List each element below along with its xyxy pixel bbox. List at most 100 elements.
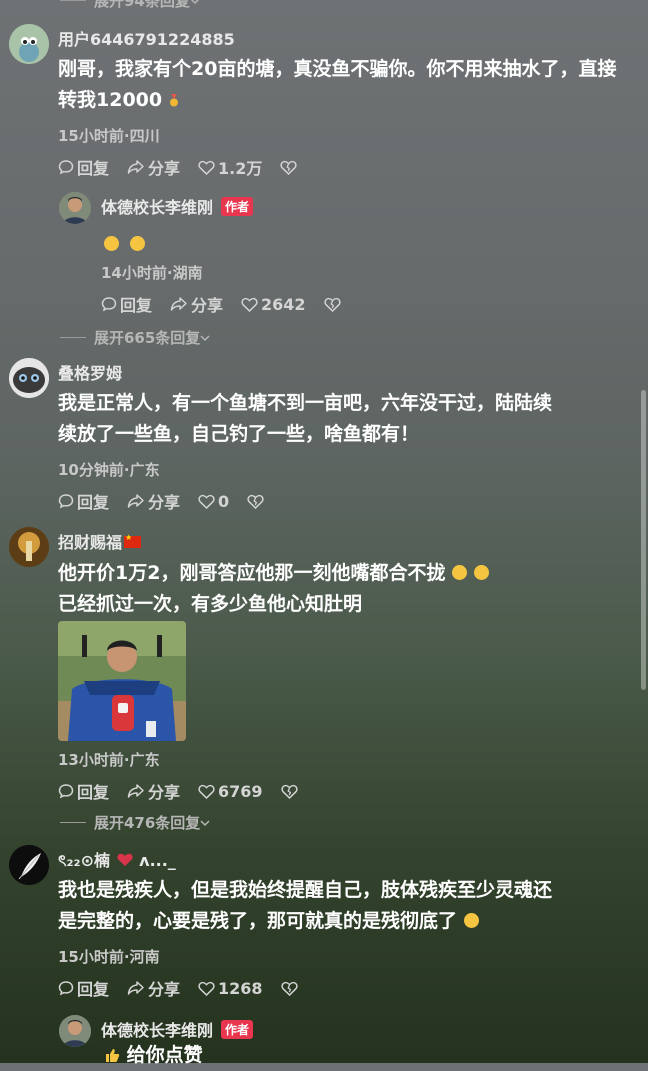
comment-text-line: 已经抓过一次，有多少鱼他心知肚明	[58, 593, 363, 615]
reply-actions: 回复 分享 2642	[101, 292, 362, 316]
chevron-down-icon	[191, 0, 199, 4]
heart-icon	[198, 784, 215, 799]
comment-username-tail: ʌ..._	[139, 851, 176, 870]
dislike-button[interactable]	[280, 784, 301, 799]
reply-username[interactable]: 体德校长李维刚	[101, 198, 213, 217]
comment-actions: 回复 分享 1.2万	[58, 155, 318, 179]
reply-bubble-icon	[58, 494, 74, 509]
smile-emoji-icon	[463, 913, 479, 928]
divider-line	[60, 337, 86, 338]
heart-icon	[198, 160, 215, 175]
reply-label: 回复	[77, 783, 110, 802]
reply-label: 回复	[77, 493, 110, 512]
comment-text: 他开价1万2，刚哥答应他那一刻他嘴都合不拢 已经抓过一次，有多少鱼他心知肚明	[58, 558, 638, 620]
reply-bubble-icon	[58, 784, 74, 799]
broken-heart-emoji-icon	[116, 853, 133, 866]
avatar[interactable]	[9, 24, 49, 64]
laughing-emoji-icon	[473, 565, 489, 580]
dislike-button[interactable]	[247, 494, 267, 509]
comment-text-line: 我也是残疾人，但是我始终提醒自己，肢体残疾至少灵魂还	[58, 879, 553, 901]
share-button[interactable]: 分享	[170, 292, 223, 316]
broken-heart-icon	[323, 297, 341, 312]
like-count: 6769	[218, 781, 263, 801]
comment-text-line: 我是正常人，有一个鱼塘不到一亩吧，六年没干过，陆陆续	[58, 392, 553, 414]
dislike-button[interactable]	[280, 160, 300, 175]
broken-heart-icon	[280, 160, 298, 175]
divider-line	[60, 822, 86, 823]
expand-replies-top[interactable]: 展开94条回复	[60, 0, 200, 11]
reply-button[interactable]: 回复	[101, 292, 152, 316]
share-label: 分享	[191, 296, 224, 315]
share-button[interactable]: 分享	[127, 489, 180, 513]
dislike-button[interactable]	[323, 297, 344, 312]
dislike-button[interactable]	[280, 981, 301, 996]
avatar-person-icon	[59, 192, 91, 224]
share-button[interactable]: 分享	[127, 779, 180, 803]
laughing-emoji-icon	[452, 565, 468, 580]
like-button[interactable]: 1.2万	[198, 155, 262, 179]
comment-meta: 13小时前·广东	[58, 751, 160, 769]
comment-username[interactable]: 用户6446791224885	[58, 26, 235, 50]
reply-label: 回复	[120, 296, 153, 315]
comment-username[interactable]: ৎ₂₂⊙楠	[58, 851, 110, 870]
comment-username[interactable]: 叠格罗姆	[58, 360, 122, 384]
like-button[interactable]: 1268	[198, 979, 263, 998]
comment-username-row: ৎ₂₂⊙楠 ʌ..._	[58, 847, 176, 875]
share-button[interactable]: 分享	[127, 155, 180, 179]
like-count: 2642	[261, 294, 306, 314]
grin-emoji-icon	[104, 236, 119, 251]
comment-text-line: 他开价1万2，刚哥答应他那一刻他嘴都合不拢	[58, 562, 446, 584]
reply-button[interactable]: 回复	[58, 976, 109, 1000]
comment-meta: 10分钟前·广东	[58, 461, 160, 479]
grin-emoji-icon	[130, 236, 146, 251]
reply-bubble-icon	[58, 160, 74, 175]
reply-button[interactable]: 回复	[58, 489, 109, 513]
share-arrow-icon	[127, 981, 144, 995]
comment-username-row: 招财赐福	[58, 529, 142, 553]
expand-label: 展开665条回复	[94, 329, 201, 347]
expand-replies[interactable]: 展开476条回复	[60, 812, 210, 833]
share-label: 分享	[148, 493, 181, 512]
meme-photo-image	[58, 621, 186, 741]
reply-avatar[interactable]	[59, 192, 91, 224]
heart-icon	[198, 494, 215, 509]
share-label: 分享	[148, 783, 181, 802]
comment-image[interactable]	[58, 621, 186, 741]
avatar-person-icon	[59, 1015, 91, 1047]
share-button[interactable]: 分享	[127, 976, 180, 1000]
expand-label: 展开476条回复	[94, 814, 201, 832]
avatar[interactable]	[9, 358, 49, 398]
comment-text: 我也是残疾人，但是我始终提醒自己，肢体残疾至少灵魂还 是完整的，心要是残了，那可…	[58, 875, 638, 937]
comment-meta: 15小时前·河南	[58, 948, 160, 966]
comment-username[interactable]: 招财赐福	[58, 533, 122, 552]
avatar-cartoon-icon	[9, 24, 49, 64]
share-arrow-icon	[127, 784, 144, 798]
reply-label: 回复	[77, 980, 110, 999]
like-button[interactable]: 2642	[241, 295, 306, 314]
expand-replies[interactable]: 展开665条回复	[60, 327, 210, 348]
share-arrow-icon	[127, 494, 144, 508]
author-badge: 作者	[221, 1020, 254, 1039]
reply-username-row: 体德校长李维刚 作者	[101, 1017, 254, 1041]
reply-emoji-text	[104, 235, 146, 254]
china-flag-icon	[124, 533, 142, 548]
broken-heart-icon	[280, 981, 298, 996]
reply-avatar[interactable]	[59, 1015, 91, 1047]
avatar[interactable]	[9, 527, 49, 567]
avatar[interactable]	[9, 845, 49, 885]
reply-username[interactable]: 体德校长李维刚	[101, 1021, 213, 1040]
avatar-candle-icon	[9, 527, 49, 567]
comment-text: 刚哥，我家有个20亩的塘，真没鱼不骗你。你不用来抽水了，直接转我12000	[58, 54, 628, 116]
reply-button[interactable]: 回复	[58, 155, 109, 179]
scrollbar[interactable]	[641, 390, 646, 690]
chevron-down-icon	[200, 819, 210, 826]
reply-bubble-icon	[101, 297, 117, 312]
share-label: 分享	[148, 980, 181, 999]
like-button[interactable]: 6769	[198, 782, 263, 801]
reply-button[interactable]: 回复	[58, 779, 109, 803]
reply-label: 回复	[77, 159, 110, 178]
medal-emoji-icon	[169, 94, 178, 107]
reply-text: 给你点赞	[104, 1040, 203, 1071]
like-button[interactable]: 0	[198, 492, 229, 511]
comment-text: 我是正常人，有一个鱼塘不到一亩吧，六年没干过，陆陆续 续放了一些鱼，自己钓了一些…	[58, 388, 638, 450]
